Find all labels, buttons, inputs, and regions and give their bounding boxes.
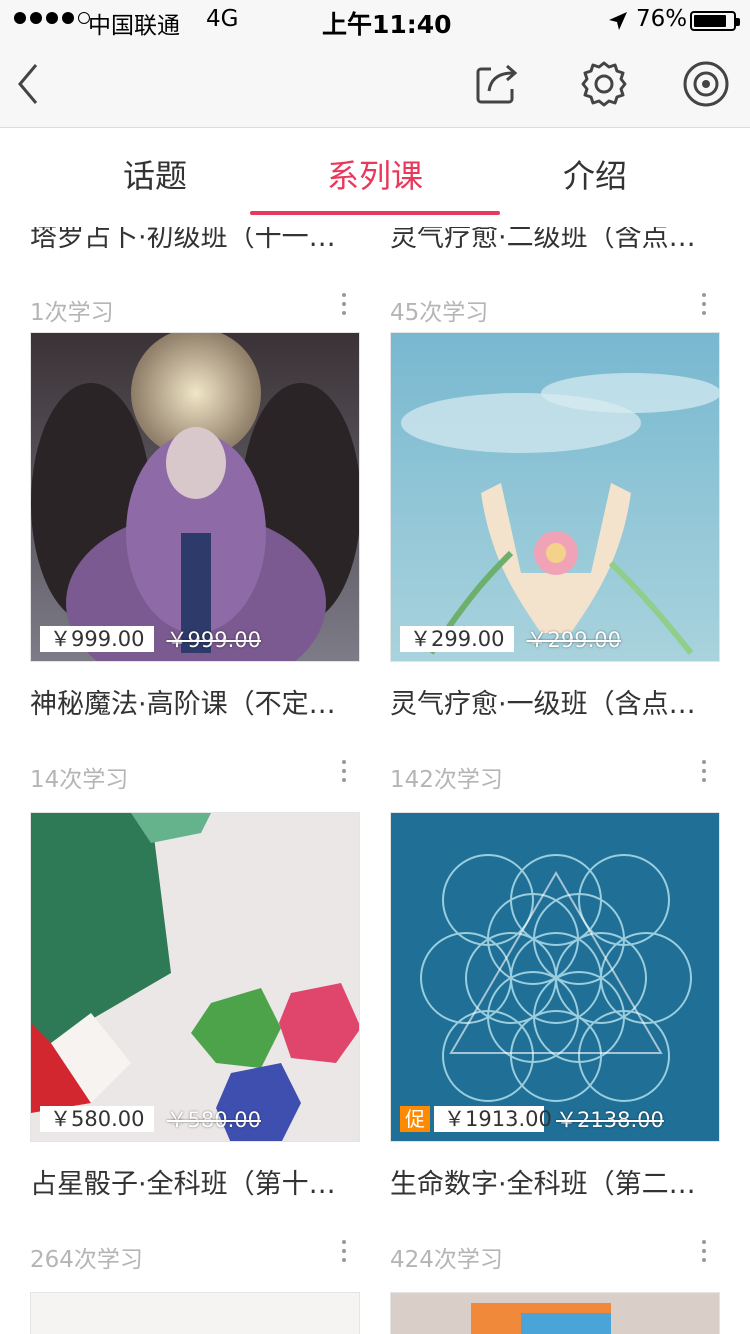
gear-icon: [581, 61, 627, 107]
course-price: ￥299.00: [400, 626, 515, 652]
more-options-button[interactable]: [694, 1236, 714, 1266]
more-options-button[interactable]: [334, 1236, 354, 1266]
course-learn-count: 424次学习: [390, 1247, 503, 1273]
price-row: ￥999.00 ￥999.00: [40, 624, 261, 654]
location-arrow-icon: [609, 12, 627, 30]
course-learn-count: 264次学习: [30, 1247, 143, 1273]
course-learn-count: 45次学习: [390, 300, 489, 326]
course-thumbnail[interactable]: [390, 812, 720, 1142]
settings-button[interactable]: [574, 54, 634, 114]
radio-icon: [683, 61, 729, 107]
more-options-button[interactable]: [334, 289, 354, 319]
share-icon: [476, 64, 518, 104]
course-card[interactable]: ￥999.00 ￥999.00 神秘魔法·高阶课（不定时开课） 14次学习: [30, 332, 360, 793]
course-card[interactable]: 促 ￥1913.00 ￥2138.00 生命数字·全科班（第二期） 424次学习: [390, 812, 720, 1273]
original-price: ￥999.00: [166, 628, 261, 652]
tab-topics[interactable]: 话题: [30, 151, 280, 197]
course-learn-count: 14次学习: [30, 767, 129, 793]
course-title: 占星骰子·全科班（第十期）: [30, 1169, 360, 1200]
course-card[interactable]: 塔罗占卜·初级班（十一期） 1次学习: [30, 215, 360, 326]
battery-icon: [690, 11, 740, 31]
course-learn-count: 142次学习: [390, 767, 503, 793]
share-button[interactable]: [466, 54, 526, 114]
course-title: 生命数字·全科班（第二期）: [390, 1169, 720, 1200]
signal-strength-icon: [14, 12, 90, 24]
carrier-name: 中国联通: [88, 13, 180, 39]
original-price: ￥2138.00: [556, 1108, 664, 1132]
more-options-button[interactable]: [694, 289, 714, 319]
course-card[interactable]: [30, 1292, 360, 1334]
course-card[interactable]: ￥580.00 ￥580.00 占星骰子·全科班（第十期） 264次学习: [30, 812, 360, 1273]
course-card[interactable]: ￥299.00 ￥299.00 灵气疗愈·一级班（含点化） 142次学习: [390, 332, 720, 793]
back-button[interactable]: [0, 54, 60, 114]
course-title: 塔罗占卜·初级班（十一期）: [30, 222, 360, 253]
more-options-button[interactable]: [334, 756, 354, 786]
battery-percentage: 76%: [636, 6, 688, 32]
course-thumbnail[interactable]: [390, 332, 720, 662]
more-options-button[interactable]: [694, 756, 714, 786]
course-title: 神秘魔法·高阶课（不定时开课）: [30, 689, 360, 720]
original-price: ￥580.00: [166, 1108, 261, 1132]
navigation-bar: [0, 40, 750, 128]
course-learn-count: 1次学习: [30, 300, 114, 326]
course-thumbnail[interactable]: [390, 1292, 720, 1334]
price-row: 促 ￥1913.00 ￥2138.00: [400, 1104, 664, 1134]
tab-bar: 话题 系列课 介绍: [0, 129, 750, 215]
status-time: 上午11:40: [322, 10, 452, 39]
course-price: ￥1913.00: [434, 1106, 552, 1132]
course-price: ￥999.00: [40, 626, 155, 652]
promo-badge: 促: [400, 1106, 430, 1132]
back-icon: [18, 64, 38, 104]
course-price: ￥580.00: [40, 1106, 155, 1132]
network-type: 4G: [206, 6, 239, 32]
course-card[interactable]: [390, 1292, 720, 1334]
live-button[interactable]: [676, 54, 736, 114]
course-card[interactable]: 灵气疗愈·二级班（含点化） 45次学习: [390, 215, 720, 326]
tab-introduction[interactable]: 介绍: [470, 151, 720, 197]
price-row: ￥580.00 ￥580.00: [40, 1104, 261, 1134]
status-bar: 中国联通 4G 上午11:40 76%: [0, 0, 750, 40]
course-thumbnail[interactable]: [30, 1292, 360, 1334]
course-title: 灵气疗愈·二级班（含点化）: [390, 222, 720, 253]
course-thumbnail[interactable]: [30, 812, 360, 1142]
price-row: ￥299.00 ￥299.00: [400, 624, 621, 654]
course-thumbnail[interactable]: [30, 332, 360, 662]
tab-series-courses[interactable]: 系列课: [250, 151, 500, 197]
course-grid: 塔罗占卜·初级班（十一期） 1次学习 灵气疗愈·二级班（含点化） 45次学习 ￥…: [0, 215, 750, 1334]
course-title: 灵气疗愈·一级班（含点化）: [390, 689, 720, 720]
original-price: ￥299.00: [526, 628, 621, 652]
